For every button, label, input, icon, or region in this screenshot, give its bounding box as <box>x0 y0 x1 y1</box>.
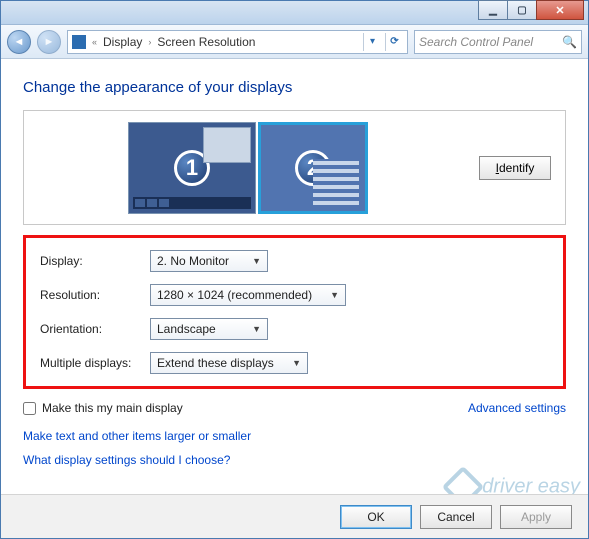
main-display-checkbox[interactable] <box>23 402 36 415</box>
resolution-combobox[interactable]: 1280 × 1024 (recommended) ▼ <box>150 284 346 306</box>
display-combobox[interactable]: 2. No Monitor ▼ <box>150 250 268 272</box>
orientation-combobox[interactable]: Landscape ▼ <box>150 318 268 340</box>
ok-button[interactable]: OK <box>340 505 412 529</box>
titlebar[interactable] <box>1 1 588 25</box>
refresh-button[interactable]: ⟳ <box>385 33 403 51</box>
identify-button[interactable]: Identify <box>479 156 551 180</box>
chevron-down-icon: ▼ <box>330 290 339 300</box>
chevron-down-icon: ▼ <box>252 324 261 334</box>
page-title: Change the appearance of your displays <box>23 79 566 96</box>
resolution-label: Resolution: <box>40 288 150 302</box>
resolution-value: 1280 × 1024 (recommended) <box>157 288 312 302</box>
maximize-button[interactable] <box>507 0 537 20</box>
search-input[interactable]: Search Control Panel 🔍 <box>414 30 582 54</box>
toolbar: ◄ ► « Display › Screen Resolution ▾ ⟳ Se… <box>1 25 588 59</box>
address-dropdown-button[interactable]: ▾ <box>363 33 381 51</box>
footer-bar: OK Cancel Apply <box>1 494 588 538</box>
control-panel-icon <box>72 35 86 49</box>
display-preview-panel: 1 2 Identify <box>23 110 566 225</box>
orientation-label: Orientation: <box>40 322 150 336</box>
forward-button[interactable]: ► <box>37 30 61 54</box>
close-button[interactable] <box>536 0 584 20</box>
breadcrumb-sep-icon: « <box>92 37 97 47</box>
orientation-value: Landscape <box>157 322 216 336</box>
main-display-label: Make this my main display <box>42 401 183 415</box>
window-frame: ◄ ► « Display › Screen Resolution ▾ ⟳ Se… <box>0 0 589 539</box>
content-area: Change the appearance of your displays 1… <box>1 59 588 538</box>
breadcrumb-display[interactable]: Display <box>103 35 142 49</box>
multiple-displays-label: Multiple displays: <box>40 356 150 370</box>
minimize-button[interactable] <box>478 0 508 20</box>
multiple-displays-combobox[interactable]: Extend these displays ▼ <box>150 352 308 374</box>
monitor-1[interactable]: 1 <box>128 122 256 214</box>
monitor-2[interactable]: 2 <box>258 122 368 214</box>
advanced-settings-link[interactable]: Advanced settings <box>468 401 566 415</box>
address-bar[interactable]: « Display › Screen Resolution ▾ ⟳ <box>67 30 408 54</box>
chevron-down-icon: ▼ <box>292 358 301 368</box>
breadcrumb-screen-resolution[interactable]: Screen Resolution <box>157 35 255 49</box>
chevron-down-icon: ▼ <box>252 256 261 266</box>
multiple-displays-value: Extend these displays <box>157 356 274 370</box>
calendar-preview-icon <box>313 159 359 205</box>
search-placeholder: Search Control Panel <box>419 35 533 49</box>
cancel-button[interactable]: Cancel <box>420 505 492 529</box>
apply-button[interactable]: Apply <box>500 505 572 529</box>
display-value: 2. No Monitor <box>157 254 229 268</box>
text-size-link[interactable]: Make text and other items larger or smal… <box>23 429 566 443</box>
display-label: Display: <box>40 254 150 268</box>
taskbar-preview-icon <box>133 197 251 209</box>
chevron-right-icon: › <box>148 37 151 47</box>
help-link[interactable]: What display settings should I choose? <box>23 453 566 467</box>
back-button[interactable]: ◄ <box>7 30 31 54</box>
settings-group: Display: 2. No Monitor ▼ Resolution: 128… <box>23 235 566 389</box>
search-icon[interactable]: 🔍 <box>562 35 577 49</box>
window-preview-icon <box>203 127 251 163</box>
